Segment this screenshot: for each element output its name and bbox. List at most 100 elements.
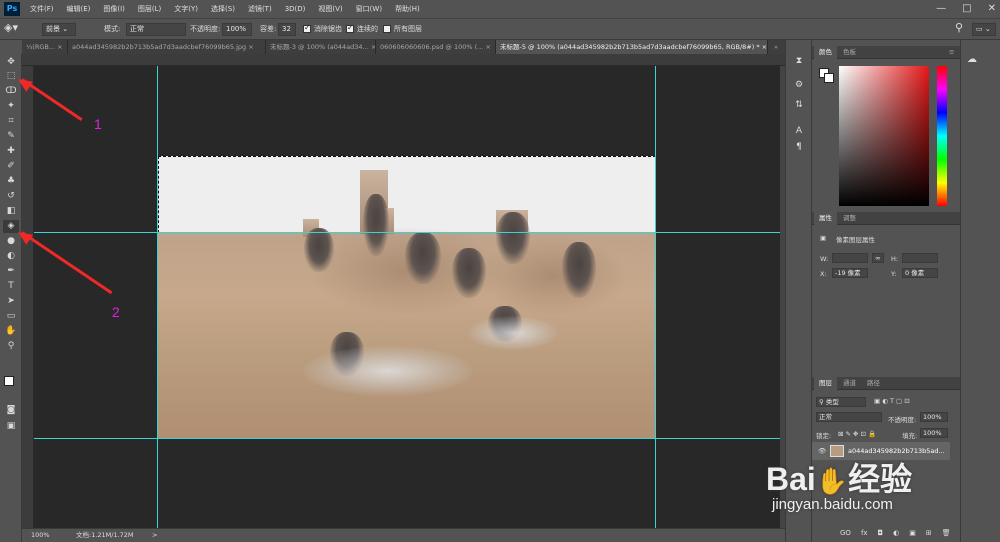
- layer-opacity-input[interactable]: 100%: [920, 412, 948, 422]
- tab-swatches[interactable]: 色板: [838, 46, 861, 59]
- paint-bucket-icon[interactable]: ◈: [3, 220, 19, 233]
- eraser-icon[interactable]: ◧: [3, 205, 19, 218]
- menu-layer[interactable]: 图层(L): [138, 0, 161, 18]
- fill-source-value: 前景: [46, 25, 60, 33]
- contiguous-checkbox[interactable]: [346, 23, 354, 33]
- document-image[interactable]: [158, 156, 656, 439]
- paint-bucket-preset-icon[interactable]: ◈▾: [4, 21, 18, 34]
- all-layers-checkbox[interactable]: [383, 25, 391, 33]
- maximize-button[interactable]: □: [962, 0, 971, 18]
- clone-stamp-icon[interactable]: ♣: [3, 175, 19, 188]
- type-icon[interactable]: T: [3, 280, 19, 293]
- guide-vertical[interactable]: [157, 66, 158, 528]
- guide-horizontal[interactable]: [34, 438, 780, 439]
- menu-window[interactable]: 窗口(W): [356, 0, 382, 18]
- panel-menu-icon[interactable]: ≡: [944, 46, 959, 59]
- menu-type[interactable]: 文字(Y): [174, 0, 198, 18]
- properties-title: 像素图层属性: [836, 236, 875, 244]
- zoom-icon[interactable]: ⚲: [3, 340, 19, 353]
- hand-icon[interactable]: ✋: [3, 325, 19, 338]
- opacity-input[interactable]: 100%: [222, 23, 252, 36]
- color-field[interactable]: [839, 66, 929, 206]
- close-icon[interactable]: ×: [57, 43, 62, 51]
- libraries-icon[interactable]: ☁: [967, 54, 977, 65]
- tab-document-2[interactable]: a044ad345982b2b713b5ad7d3aadcbef76099b65…: [68, 40, 266, 54]
- tab-layers[interactable]: 图层: [814, 377, 837, 390]
- zoom-level[interactable]: 100%: [31, 529, 50, 542]
- quick-mask-icon[interactable]: ◙: [3, 404, 19, 417]
- layer-filter-select[interactable]: ⚲ 类型: [816, 397, 866, 407]
- shape-icon[interactable]: ▭: [3, 310, 19, 323]
- menu-file[interactable]: 文件(F): [30, 0, 54, 18]
- tab-document-3[interactable]: 未标题-3 @ 100% (a044ad34... ×: [266, 40, 376, 54]
- tab-document-active[interactable]: 未标题-5 @ 100% (a044ad345982b2b713b5ad7d3a…: [496, 40, 768, 54]
- guide-horizontal[interactable]: [34, 232, 780, 233]
- layer-filter-icons[interactable]: ▣ ◐ T ▢ ⊡: [874, 397, 910, 405]
- mode-label: 模式:: [104, 25, 121, 33]
- lock-icons[interactable]: ⊠ ✎ ✥ ⊡ 🔒: [838, 430, 876, 438]
- status-menu-arrow[interactable]: >: [152, 529, 157, 542]
- wildebeest: [405, 232, 441, 284]
- history-icon[interactable]: ⧗: [792, 54, 806, 68]
- guide-vertical[interactable]: [655, 66, 656, 528]
- menu-edit[interactable]: 编辑(E): [67, 0, 91, 18]
- mode-select[interactable]: 正常: [126, 23, 186, 36]
- character-icon[interactable]: A: [792, 124, 806, 138]
- document-canvas[interactable]: [34, 66, 780, 528]
- path-select-icon[interactable]: ➤: [3, 295, 19, 308]
- move-icon[interactable]: ✥: [3, 56, 19, 69]
- tab-channels[interactable]: 通道: [838, 377, 861, 390]
- tabs-overflow-icon[interactable]: »: [770, 40, 784, 54]
- history-brush-icon[interactable]: ↺: [3, 190, 19, 203]
- eyedropper-icon[interactable]: ✎: [3, 130, 19, 143]
- tab-adjustments[interactable]: 调整: [838, 212, 861, 225]
- tab-properties[interactable]: 属性: [814, 212, 837, 225]
- search-icon[interactable]: ⚲: [955, 21, 963, 34]
- close-icon[interactable]: ×: [248, 43, 253, 51]
- fill-source-select[interactable]: 前景 ⌄: [42, 23, 76, 36]
- close-icon[interactable]: ×: [485, 43, 490, 51]
- height-input[interactable]: [902, 253, 938, 263]
- properties-icon[interactable]: ⚙: [792, 78, 806, 92]
- antialias-checkbox[interactable]: [303, 23, 311, 33]
- hue-slider[interactable]: [937, 66, 947, 206]
- menu-3d[interactable]: 3D(D): [285, 0, 306, 18]
- magic-wand-icon[interactable]: ✦: [3, 100, 19, 113]
- tolerance-input[interactable]: 32: [278, 23, 296, 36]
- background-swatch[interactable]: [824, 73, 834, 83]
- x-input[interactable]: -19 像素: [832, 268, 868, 278]
- tab-document-4[interactable]: 060606060606.psd @ 100% (... ×: [376, 40, 496, 54]
- blend-mode-select[interactable]: 正常: [816, 412, 882, 422]
- foreground-color-swatch[interactable]: [4, 376, 14, 386]
- menu-select[interactable]: 选择(S): [211, 0, 235, 18]
- tab-document-1[interactable]: ⅓(RGB... ×: [22, 40, 68, 54]
- tab-color[interactable]: 颜色: [814, 46, 837, 59]
- tab-paths[interactable]: 路径: [862, 377, 885, 390]
- healing-brush-icon[interactable]: ✚: [3, 145, 19, 158]
- status-bar: 100% 文档:1.21M/1.72M >: [22, 528, 785, 542]
- pen-icon[interactable]: ✒: [3, 265, 19, 278]
- tab-label: 未标题-5 @ 100% (a044ad345982b2b713b5ad7d3a…: [500, 43, 760, 51]
- dodge-icon[interactable]: ◐: [3, 250, 19, 263]
- width-input[interactable]: [832, 253, 868, 263]
- document-size: 文档:1.21M/1.72M: [76, 531, 134, 539]
- link-icon[interactable]: ∞: [872, 253, 884, 263]
- menu-image[interactable]: 图像(I): [103, 0, 125, 18]
- adjustments-icon[interactable]: ⇅: [792, 98, 806, 112]
- menu-help[interactable]: 帮助(H): [395, 0, 420, 18]
- crop-icon[interactable]: ⌗: [3, 115, 19, 128]
- lasso-icon[interactable]: ↀ: [3, 85, 19, 98]
- y-input[interactable]: 0 像素: [902, 268, 938, 278]
- brush-icon[interactable]: ✐: [3, 160, 19, 173]
- paw-icon: ✋: [815, 466, 849, 496]
- menu-view[interactable]: 视图(V): [318, 0, 342, 18]
- close-window-button[interactable]: ✕: [988, 0, 996, 18]
- close-icon[interactable]: ×: [762, 43, 767, 51]
- watermark-url: jingyan.baidu.com: [772, 496, 893, 513]
- screen-mode-icon[interactable]: ▣: [3, 420, 19, 433]
- fill-input[interactable]: 100%: [920, 428, 948, 438]
- workspace-select[interactable]: ▭ ⌄: [972, 23, 996, 36]
- menu-filter[interactable]: 滤镜(T): [248, 0, 272, 18]
- minimize-button[interactable]: —: [936, 0, 946, 18]
- paragraph-icon[interactable]: ¶: [792, 140, 806, 154]
